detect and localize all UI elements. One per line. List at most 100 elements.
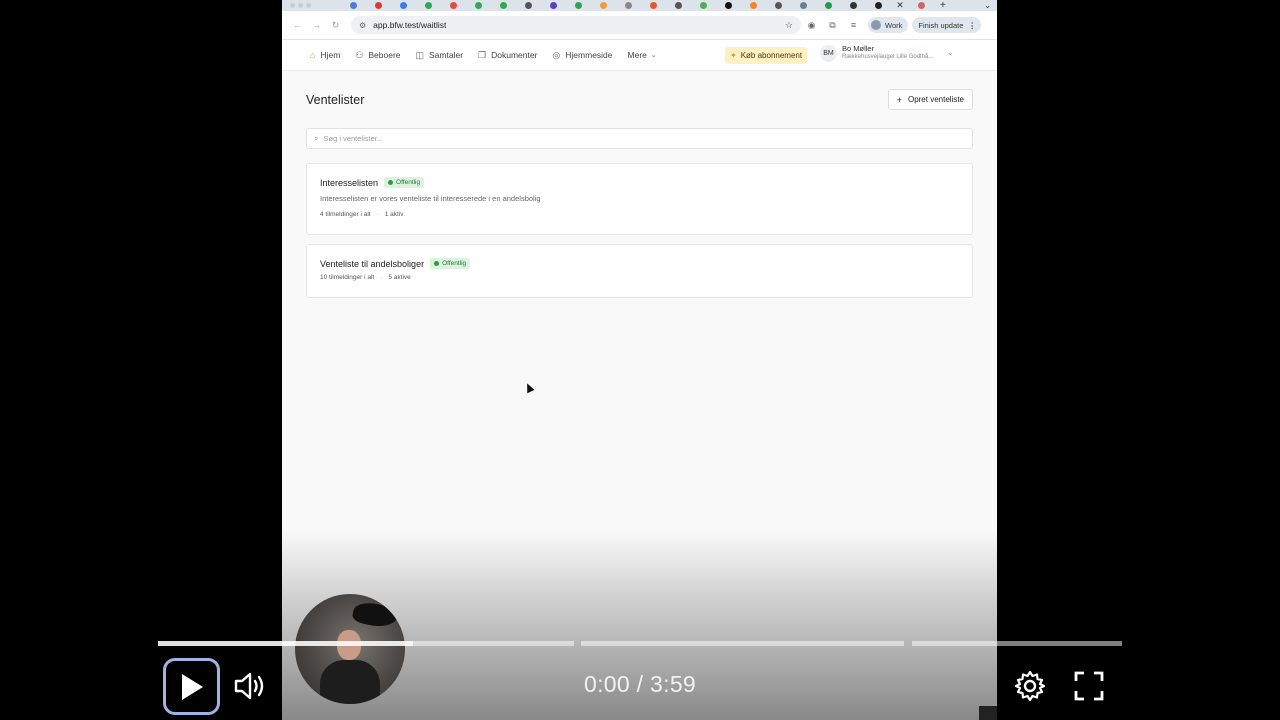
tab-favicon[interactable] — [566, 2, 591, 9]
buffered-bar — [158, 641, 413, 646]
globe-icon — [388, 180, 394, 185]
play-button[interactable] — [163, 658, 220, 715]
volume-icon — [234, 672, 264, 700]
finish-update-label: Finish update — [918, 20, 964, 30]
separator: · — [380, 274, 383, 281]
nav-item-hjemmeside[interactable]: ◎ Hjemmeside — [552, 50, 612, 61]
user-organization: Rækkehusvejlauget Lille Godthå... — [842, 54, 934, 60]
tab-favicon[interactable] — [616, 2, 641, 9]
forward-icon[interactable]: → — [307, 20, 326, 30]
window-controls[interactable] — [290, 3, 311, 8]
tab-favicon[interactable] — [741, 2, 766, 9]
nav-item-beboere[interactable]: ⚇ Beboere — [355, 50, 400, 61]
status-badge-label: Offentlig — [442, 260, 467, 267]
nav-item-label: Hjem — [320, 50, 341, 60]
waitlist-name: Venteliste til andelsboliger — [320, 258, 425, 269]
tab-favicon[interactable] — [491, 2, 516, 9]
play-icon — [181, 673, 203, 700]
new-tab-button[interactable]: + — [940, 0, 946, 11]
progress-segment[interactable] — [912, 641, 1122, 646]
fullscreen-button[interactable] — [1070, 667, 1108, 705]
site-info-icon[interactable]: ⚙ — [359, 21, 366, 30]
nav-item-hjem[interactable]: ⌂ Hjem — [310, 50, 340, 60]
nav-item-label: Mere — [627, 50, 647, 60]
close-tab-icon[interactable]: ✕ — [891, 0, 909, 11]
url-text: app.bfw.test/waitlist — [373, 20, 447, 30]
status-badge: Offentlig — [430, 258, 471, 269]
nav-item-dokumenter[interactable]: ❐ Dokumenter — [478, 50, 537, 61]
waitlist-card[interactable]: Venteliste til andelsboliger Offentlig 1… — [306, 244, 973, 298]
create-waitlist-label: Opret venteliste — [907, 95, 964, 104]
user-menu[interactable]: BM Bo Møller Rækkehusvejlauget Lille God… — [820, 44, 953, 62]
nav-item-mere[interactable]: Mere ⌄ — [628, 50, 657, 60]
tab-favicon[interactable] — [391, 2, 416, 9]
tab-favicon[interactable] — [641, 2, 666, 9]
globe-icon — [434, 261, 440, 266]
volume-button[interactable] — [231, 668, 269, 704]
nav-item-samtaler[interactable]: ◫ Samtaler — [416, 50, 464, 61]
tab-favicon[interactable] — [516, 2, 541, 9]
waitlist-stats: 10 tilmeldinger i alt · 5 aktive — [320, 274, 959, 281]
chevron-down-icon: ⌄ — [650, 52, 657, 59]
search-input[interactable] — [323, 134, 965, 143]
extensions-puzzle-icon[interactable]: ⧉ — [822, 20, 843, 31]
video-player: ✕ + ⌄ ← → ↻ ⚙ app.bfw.test/waitlist ☆ ◉ … — [0, 0, 1280, 720]
tab-favicon[interactable] — [666, 2, 691, 9]
reload-icon[interactable]: ↻ — [326, 20, 345, 31]
finish-update-button[interactable]: Finish update ⋮ — [912, 17, 981, 33]
sparkle-icon: ✦ — [730, 51, 737, 60]
users-icon: ⚇ — [355, 49, 364, 60]
progress-segment[interactable] — [158, 641, 574, 646]
tab-favicon[interactable] — [591, 2, 616, 9]
avatar: BM — [820, 44, 837, 62]
tab-favicon[interactable] — [866, 2, 891, 9]
progress-segment[interactable] — [581, 641, 904, 646]
plus-icon: + — [896, 94, 902, 105]
tab-favicon[interactable] — [366, 2, 391, 9]
home-icon: ⌂ — [310, 50, 316, 60]
tab-favicon[interactable] — [716, 2, 741, 9]
search-box[interactable]: ⌕ — [306, 128, 973, 149]
settings-button[interactable] — [1011, 667, 1049, 705]
tab-favicon[interactable] — [841, 2, 866, 9]
fullscreen-icon — [1074, 671, 1104, 701]
tab-favicon[interactable] — [909, 2, 934, 9]
tab-favicon[interactable] — [791, 2, 816, 9]
video-frame[interactable]: ✕ + ⌄ ← → ↻ ⚙ app.bfw.test/waitlist ☆ ◉ … — [282, 0, 997, 720]
chat-icon: ◫ — [415, 49, 425, 60]
time-display: 0:00 / 3:59 — [584, 671, 696, 697]
bookmark-star-icon[interactable]: ☆ — [785, 20, 793, 31]
extension-icon[interactable]: ◉ — [801, 20, 822, 31]
tab-favicon[interactable] — [466, 2, 491, 9]
media-controls-icon[interactable]: ≡ — [843, 20, 864, 30]
user-name: Bo Møller — [842, 44, 875, 53]
tab-favicon[interactable] — [541, 2, 566, 9]
nav-item-label: Beboere — [368, 50, 401, 60]
tab-search-icon[interactable]: ⌄ — [984, 0, 991, 11]
app-header: ⌂ Hjem ⚇ Beboere ◫ Samtaler ❐ Dokumenter… — [282, 40, 997, 71]
menu-kebab-icon: ⋮ — [968, 20, 976, 30]
back-icon[interactable]: ← — [288, 20, 307, 30]
tab-favicon[interactable] — [691, 2, 716, 9]
subscribe-button[interactable]: ✦ Køb abonnement — [725, 47, 808, 64]
webcam-overlay — [295, 594, 405, 704]
tab-favicon[interactable] — [766, 2, 791, 9]
create-waitlist-button[interactable]: + Opret venteliste — [887, 89, 973, 110]
globe-icon: ◎ — [552, 49, 561, 60]
search-icon: ⌕ — [314, 133, 319, 143]
profile-button[interactable]: Work — [868, 17, 909, 33]
presenter-body — [320, 660, 380, 704]
waitlist-description: Interesselisten er vores venteliste til … — [320, 194, 541, 203]
subscribe-label: Køb abonnement — [740, 51, 803, 60]
tab-favicon[interactable] — [416, 2, 441, 9]
tab-favicon[interactable] — [441, 2, 466, 9]
tab-favicon[interactable] — [816, 2, 841, 9]
status-badge: Offentlig — [384, 177, 425, 188]
address-bar[interactable]: ⚙ app.bfw.test/waitlist ☆ — [351, 16, 801, 34]
active-signups: 5 aktive — [388, 274, 411, 281]
profile-label: Work — [885, 20, 903, 30]
video-corner-mark — [979, 706, 997, 720]
waitlist-card[interactable]: Interesselisten Offentlig Interesseliste… — [306, 163, 973, 235]
tab-favicon[interactable] — [341, 2, 366, 9]
waitlist-name: Interesselisten — [320, 177, 379, 188]
